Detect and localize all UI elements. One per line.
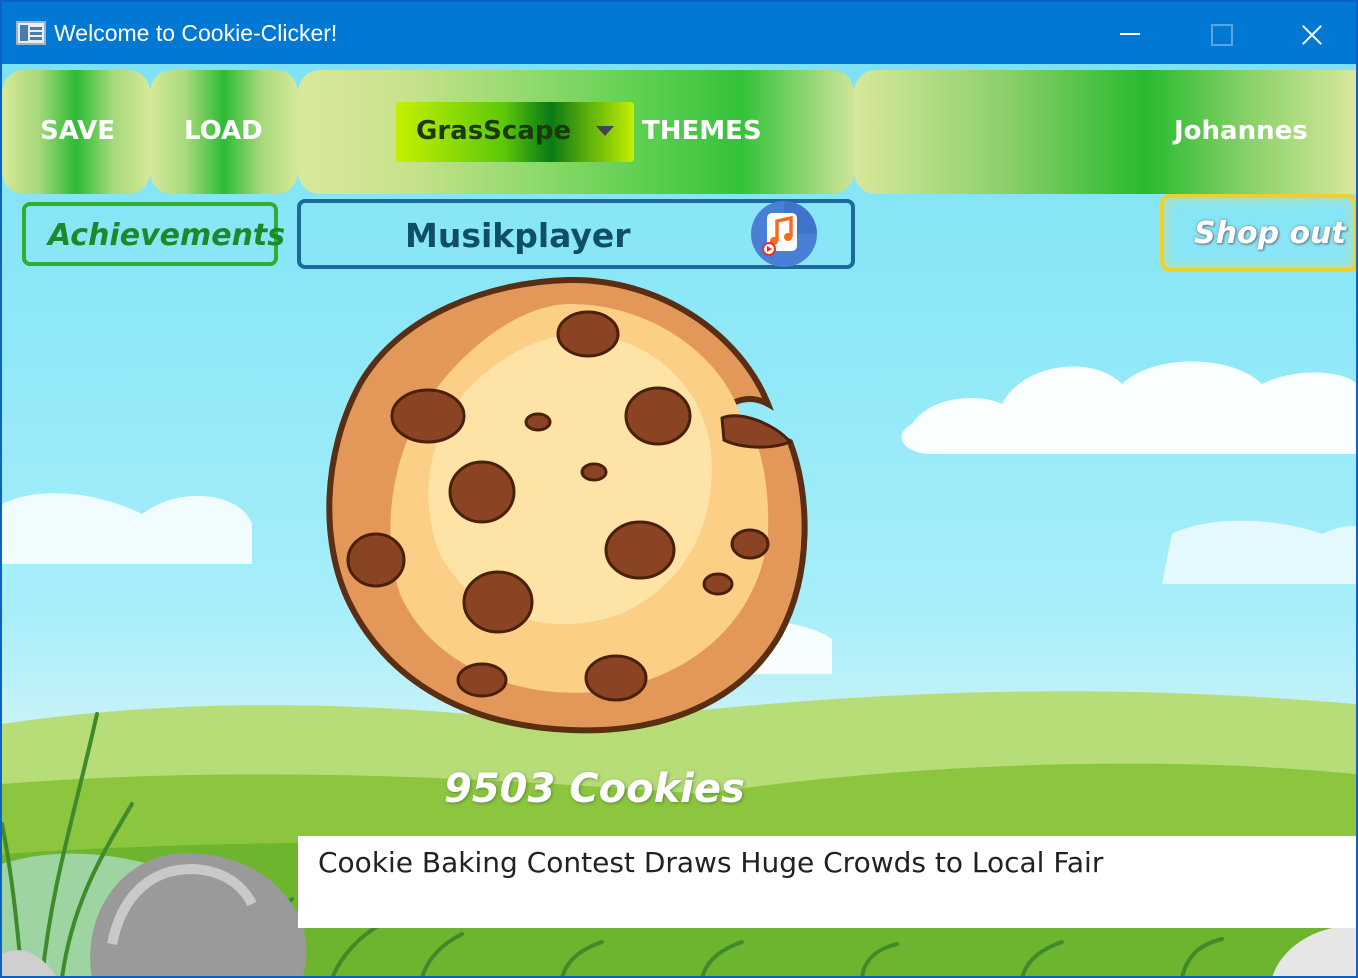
minimize-button[interactable] <box>1084 2 1174 64</box>
close-button[interactable] <box>1264 2 1354 64</box>
chevron-down-icon <box>596 126 614 136</box>
maximize-button[interactable] <box>1174 2 1264 64</box>
news-ticker: Cookie Baking Contest Draws Huge Crowds … <box>298 836 1356 928</box>
music-note-icon[interactable] <box>749 199 819 269</box>
news-text: Cookie Baking Contest Draws Huge Crowds … <box>318 846 1104 879</box>
game-scene: SAVE LOAD GrasScape THEMES Johannes Achi… <box>2 64 1356 976</box>
achievements-button[interactable]: Achievements <box>22 202 285 266</box>
theme-select[interactable]: GrasScape <box>396 102 634 162</box>
cookie-icon[interactable] <box>320 274 814 736</box>
shop-label: Shop out <box>1194 216 1346 251</box>
cookie-counter: 9503 Cookies <box>444 766 745 812</box>
window-title: Welcome to Cookie-Clicker! <box>54 20 338 46</box>
user-name: Johannes <box>1174 116 1308 146</box>
theme-select-value: GrasScape <box>416 116 572 146</box>
shop-button[interactable]: Shop out <box>1160 194 1356 272</box>
achievements-label: Achievements <box>48 218 286 253</box>
load-button[interactable]: LOAD <box>184 116 263 146</box>
save-button[interactable]: SAVE <box>40 116 115 146</box>
music-player[interactable]: Musikplayer <box>297 199 855 269</box>
app-window: Welcome to Cookie-Clicker! SAVE LOAD Gra… <box>0 0 1358 978</box>
title-bar: Welcome to Cookie-Clicker! <box>2 2 1356 64</box>
app-icon <box>16 21 46 45</box>
music-player-label: Musikplayer <box>405 216 631 255</box>
top-bar: SAVE LOAD GrasScape THEMES Johannes <box>2 70 1356 194</box>
themes-label: THEMES <box>642 116 762 146</box>
